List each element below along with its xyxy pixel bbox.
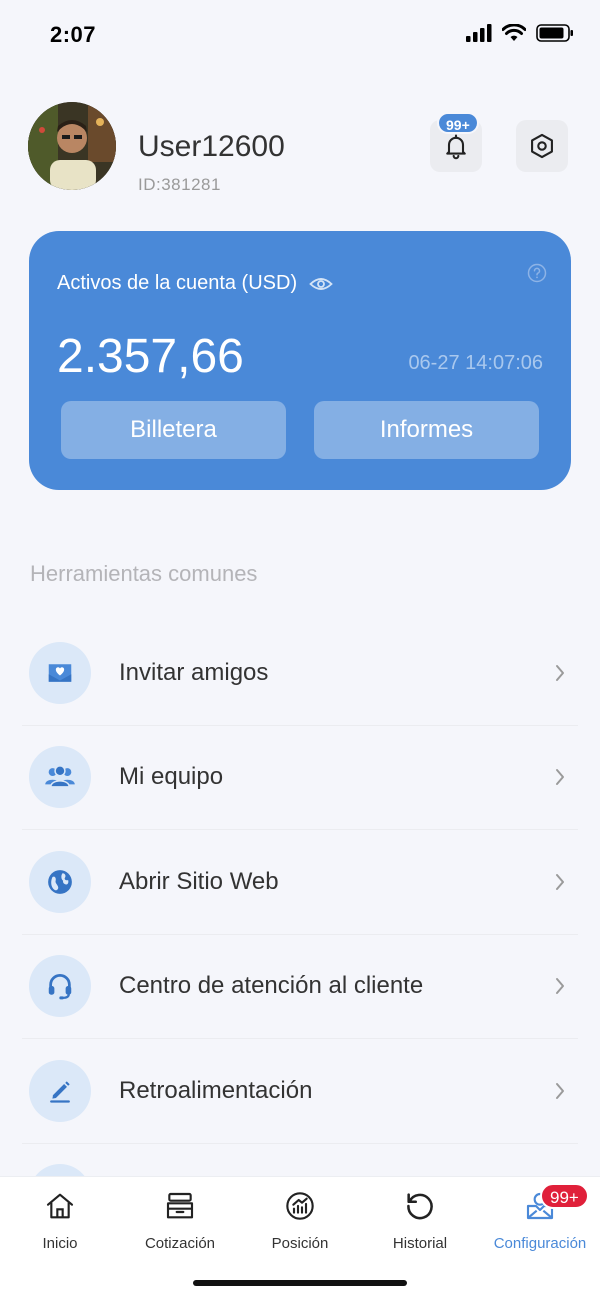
avatar-photo [28, 102, 116, 190]
bell-icon [446, 134, 466, 160]
tab-label: Configuración [493, 1235, 587, 1252]
menu-item-label: Mi equipo [119, 763, 224, 791]
chevron-right-icon [556, 873, 564, 890]
tab-badge: 99+ [540, 1183, 589, 1209]
menu-item-label: Retroalimentación [119, 1076, 313, 1104]
chevron-right-icon [556, 1082, 564, 1099]
history-icon [407, 1193, 433, 1220]
menu-item-feedback[interactable]: Retroalimentación [22, 1039, 578, 1144]
tab-label: Inicio [42, 1235, 78, 1252]
assets-value: 2.357,66 [57, 330, 244, 383]
chevron-right-icon [556, 769, 564, 786]
menu-item-my-team[interactable]: Mi equipo [22, 726, 578, 830]
tab-history[interactable]: Historial [360, 1189, 480, 1252]
assets-card: Activos de la cuenta (USD) 2.357,66 06-2… [29, 231, 571, 490]
status-bar: 2:07 [0, 0, 600, 70]
eye-icon[interactable] [309, 275, 333, 293]
headset-icon [29, 955, 91, 1018]
notification-badge: 99+ [437, 112, 479, 134]
pencil-icon [29, 1059, 91, 1122]
assets-timestamp: 06-27 14:07:06 [408, 352, 543, 374]
home-icon [46, 1193, 74, 1219]
menu-item-invite-friends[interactable]: Invitar amigos [22, 621, 578, 726]
chart-circle-icon [286, 1192, 314, 1220]
battery-icon [536, 24, 573, 42]
user-id: ID:381281 [138, 175, 221, 194]
cellular-signal-icon [466, 24, 492, 42]
tab-quotes[interactable]: Cotización [120, 1189, 240, 1252]
menu-item-label: Invitar amigos [119, 658, 269, 686]
username: User12600 [138, 130, 285, 163]
tab-label: Cotización [144, 1235, 216, 1252]
reports-button[interactable]: Informes [314, 401, 539, 459]
status-icons [466, 24, 574, 42]
wallet-button[interactable]: Billetera [61, 401, 286, 459]
chevron-right-icon [556, 978, 564, 995]
settings-hexagon-icon [531, 133, 553, 159]
status-time: 2:07 [50, 22, 97, 47]
assets-label-row: Activos de la cuenta (USD) [57, 272, 333, 295]
wifi-icon [502, 24, 526, 41]
menu-item-label: Centro de atención al cliente [119, 972, 424, 1000]
settings-button[interactable] [516, 120, 568, 172]
menu-item-open-website[interactable]: Abrir Sitio Web [22, 830, 578, 935]
menu-item-label: Abrir Sitio Web [119, 867, 279, 895]
assets-label: Activos de la cuenta (USD) [57, 272, 298, 294]
chevron-right-icon [556, 664, 564, 681]
envelope-heart-icon [29, 641, 91, 704]
tab-label: Historial [392, 1235, 448, 1252]
tab-home[interactable]: Inicio [0, 1189, 120, 1252]
help-icon[interactable] [527, 263, 547, 283]
tab-label: Posición [271, 1235, 329, 1252]
home-indicator [193, 1280, 407, 1286]
tools-menu: Invitar amigos Mi equipo Abrir Sitio Web… [22, 621, 578, 1248]
section-title: Herramientas comunes [30, 561, 258, 586]
profile-header: User12600 ID:381281 [28, 102, 572, 198]
tab-position[interactable]: Posición [240, 1189, 360, 1252]
globe-icon [29, 850, 91, 913]
archive-icon [166, 1192, 194, 1219]
menu-item-customer-service[interactable]: Centro de atención al cliente [22, 935, 578, 1039]
team-icon [29, 746, 91, 809]
avatar[interactable] [28, 102, 116, 190]
